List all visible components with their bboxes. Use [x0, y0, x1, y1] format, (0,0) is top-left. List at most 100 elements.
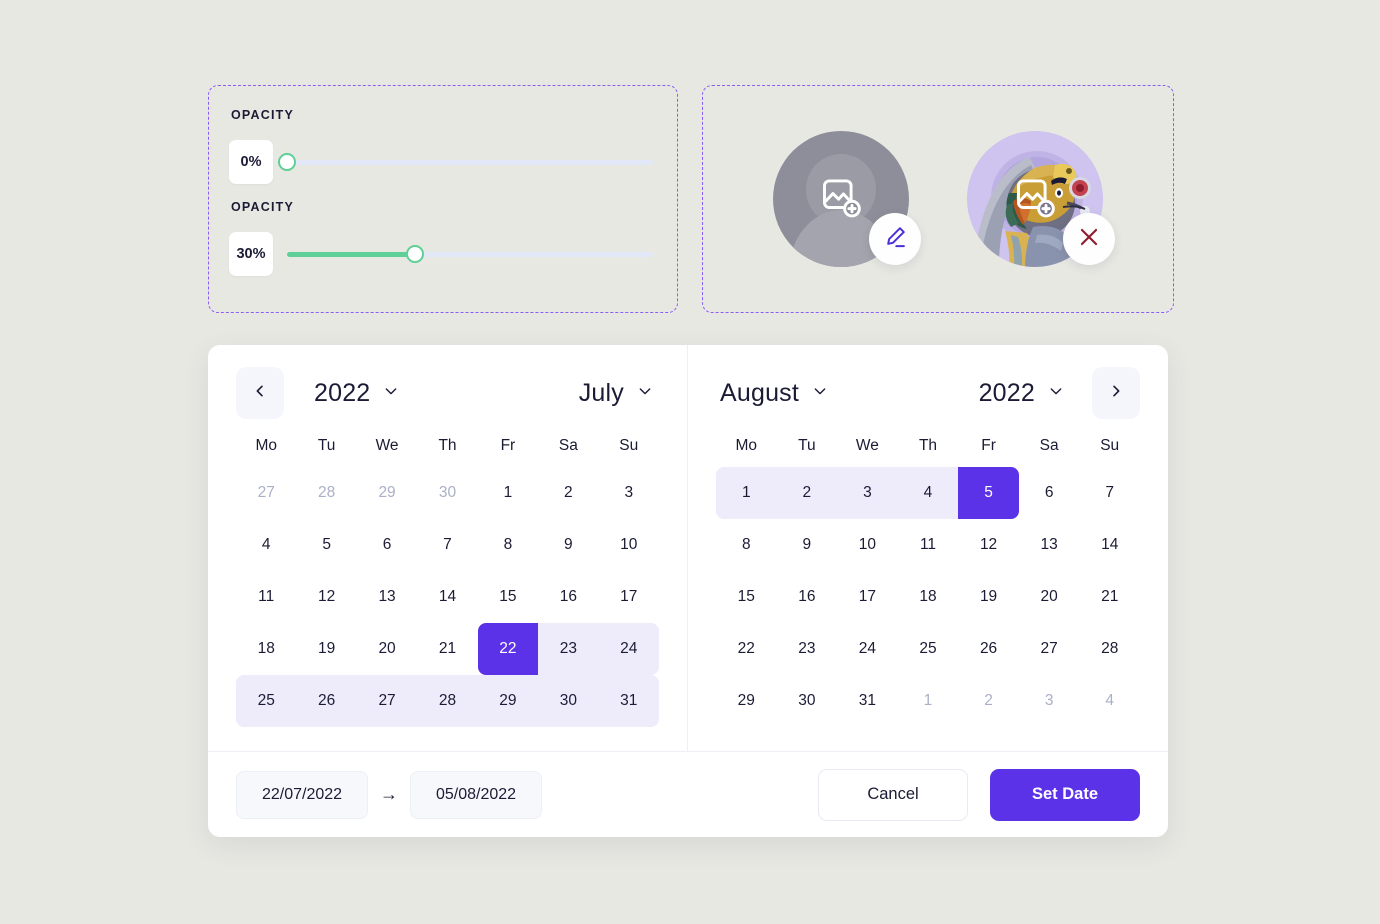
calendar-day-cell[interactable]: 3 [1019, 675, 1080, 727]
calendar-day-cell[interactable]: 31 [837, 675, 898, 727]
calendar-day-cell[interactable]: 26 [958, 623, 1019, 675]
calendar-day-cell[interactable]: 8 [478, 519, 538, 571]
calendar-day-cell[interactable]: 13 [1019, 519, 1080, 571]
calendar-week-row: 27 28 29 30 1 2 3 [236, 467, 659, 519]
calendar-day-cell[interactable]: 2 [776, 467, 838, 519]
calendar-day-cell[interactable]: 7 [417, 519, 477, 571]
calendar-day-cell[interactable]: 27 [356, 675, 418, 727]
calendar-day-cell[interactable]: 31 [598, 675, 659, 727]
calendar-day-cell[interactable]: 10 [599, 519, 659, 571]
weekday-label: Th [918, 437, 938, 454]
calendar-day-cell[interactable]: 7 [1079, 467, 1140, 519]
prev-month-button[interactable] [236, 367, 284, 419]
calendar-day-cell[interactable]: 28 [417, 675, 478, 727]
slider-thumb-handle-0[interactable] [278, 153, 296, 171]
year-select-left[interactable]: 2022 [314, 379, 399, 408]
calendar-day-cell[interactable]: 10 [837, 519, 898, 571]
end-date-input[interactable]: 05/08/2022 [410, 770, 542, 819]
calendar-day-cell[interactable]: 13 [357, 571, 417, 623]
year-select-right[interactable]: 2022 [979, 379, 1064, 408]
opacity-slider-1[interactable] [287, 232, 653, 276]
calendar-day-cell[interactable]: 11 [236, 571, 296, 623]
calendar-day-cell[interactable]: 4 [236, 519, 296, 571]
calendar-day-cell[interactable]: 30 [538, 675, 599, 727]
calendar-day-cell[interactable]: 11 [898, 519, 959, 571]
remove-avatar-button[interactable] [1063, 213, 1115, 265]
calendar-day-cell[interactable]: 27 [1019, 623, 1080, 675]
calendar-day-cell[interactable]: 18 [898, 571, 959, 623]
month-select-right[interactable]: August [720, 379, 828, 408]
slider-thumb-handle-1[interactable] [406, 245, 425, 263]
calendar-day-cell[interactable]: 25 [236, 675, 297, 727]
calendar-day-cell[interactable]: 17 [599, 571, 659, 623]
calendar-day-cell[interactable]: 20 [357, 623, 417, 675]
image-plus-icon[interactable] [819, 175, 863, 224]
opacity-value-box-1[interactable]: 30% [229, 232, 273, 276]
calendar-pane-left: 2022 July Mo Tu We Th Fr Sa Su 27 28 29 … [208, 345, 688, 751]
year-label-right: 2022 [978, 378, 1035, 407]
calendar-day-cell[interactable]: 3 [599, 467, 659, 519]
calendar-day-cell[interactable]: 19 [958, 571, 1019, 623]
calendar-day-cell[interactable]: 21 [1079, 571, 1140, 623]
calendar-week-row: 29 30 31 1 2 3 4 [716, 675, 1140, 727]
calendar-day-cell[interactable]: 6 [1019, 467, 1080, 519]
calendar-day-cell[interactable]: 30 [417, 467, 477, 519]
image-plus-icon[interactable] [1013, 175, 1057, 224]
calendar-day-cell[interactable]: 1 [898, 675, 959, 727]
edit-avatar-button[interactable] [869, 213, 921, 265]
calendar-day-cell[interactable]: 2 [958, 675, 1019, 727]
opacity-sliders-panel: OPACITY 0% OPACITY 30% [208, 85, 678, 313]
calendar-day-cell[interactable]: 22 [477, 623, 539, 675]
calendar-day-cell[interactable]: 1 [478, 467, 538, 519]
calendar-day-cell[interactable]: 23 [538, 623, 599, 675]
calendar-day-cell[interactable]: 29 [477, 675, 539, 727]
calendar-day-cell[interactable]: 22 [716, 623, 777, 675]
calendar-day-cell[interactable]: 1 [716, 467, 777, 519]
calendar-day-cell[interactable]: 21 [417, 623, 477, 675]
calendar-day-cell[interactable]: 2 [538, 467, 598, 519]
calendar-day-cell[interactable]: 5 [958, 467, 1019, 519]
calendar-day-cell[interactable]: 27 [236, 467, 296, 519]
calendar-day-cell[interactable]: 3 [837, 467, 898, 519]
calendar-day-cell[interactable]: 6 [357, 519, 417, 571]
opacity-value-box-0[interactable]: 0% [229, 140, 273, 184]
calendar-day-cell[interactable]: 16 [777, 571, 838, 623]
start-date-input[interactable]: 22/07/2022 [236, 770, 368, 819]
month-select-left[interactable]: July [579, 379, 653, 408]
calendar-day-cell[interactable]: 30 [777, 675, 838, 727]
calendar-day-cell[interactable]: 9 [777, 519, 838, 571]
calendar-day-cell[interactable]: 29 [357, 467, 417, 519]
calendar-day-cell[interactable]: 8 [716, 519, 777, 571]
calendar-day-cell[interactable]: 4 [897, 467, 959, 519]
set-date-button[interactable]: Set Date [990, 768, 1140, 821]
calendar-day-cell[interactable]: 5 [296, 519, 356, 571]
calendar-day-cell[interactable]: 24 [598, 623, 659, 675]
cancel-button[interactable]: Cancel [818, 768, 968, 821]
avatar-photo-unit[interactable] [967, 131, 1115, 267]
calendar-day-cell[interactable]: 9 [538, 519, 598, 571]
calendar-day-cell[interactable]: 28 [296, 467, 356, 519]
calendar-day-cell[interactable]: 12 [958, 519, 1019, 571]
calendar-day-cell[interactable]: 25 [898, 623, 959, 675]
calendar-day-cell[interactable]: 15 [716, 571, 777, 623]
calendar-day-cell[interactable]: 28 [1079, 623, 1140, 675]
month-label-left: July [578, 378, 624, 407]
calendar-day-cell[interactable]: 15 [478, 571, 538, 623]
calendar-day-cell[interactable]: 18 [236, 623, 296, 675]
calendar-day-cell[interactable]: 29 [716, 675, 777, 727]
calendar-day-cell[interactable]: 16 [538, 571, 598, 623]
calendar-day-cell[interactable]: 20 [1019, 571, 1080, 623]
calendar-day-cell[interactable]: 24 [837, 623, 898, 675]
calendar-day-cell[interactable]: 14 [417, 571, 477, 623]
calendar-day-cell[interactable]: 26 [296, 675, 357, 727]
calendar-day-cell[interactable]: 12 [296, 571, 356, 623]
calendar-day-cell[interactable]: 23 [777, 623, 838, 675]
calendar-day-cell[interactable]: 14 [1079, 519, 1140, 571]
calendar-week-row: 25 26 27 28 29 30 31 [236, 675, 659, 727]
next-month-button[interactable] [1092, 367, 1140, 419]
avatar-placeholder-unit[interactable] [773, 131, 921, 267]
opacity-slider-0[interactable] [278, 140, 653, 184]
calendar-day-cell[interactable]: 4 [1079, 675, 1140, 727]
calendar-day-cell[interactable]: 17 [837, 571, 898, 623]
calendar-day-cell[interactable]: 19 [296, 623, 356, 675]
